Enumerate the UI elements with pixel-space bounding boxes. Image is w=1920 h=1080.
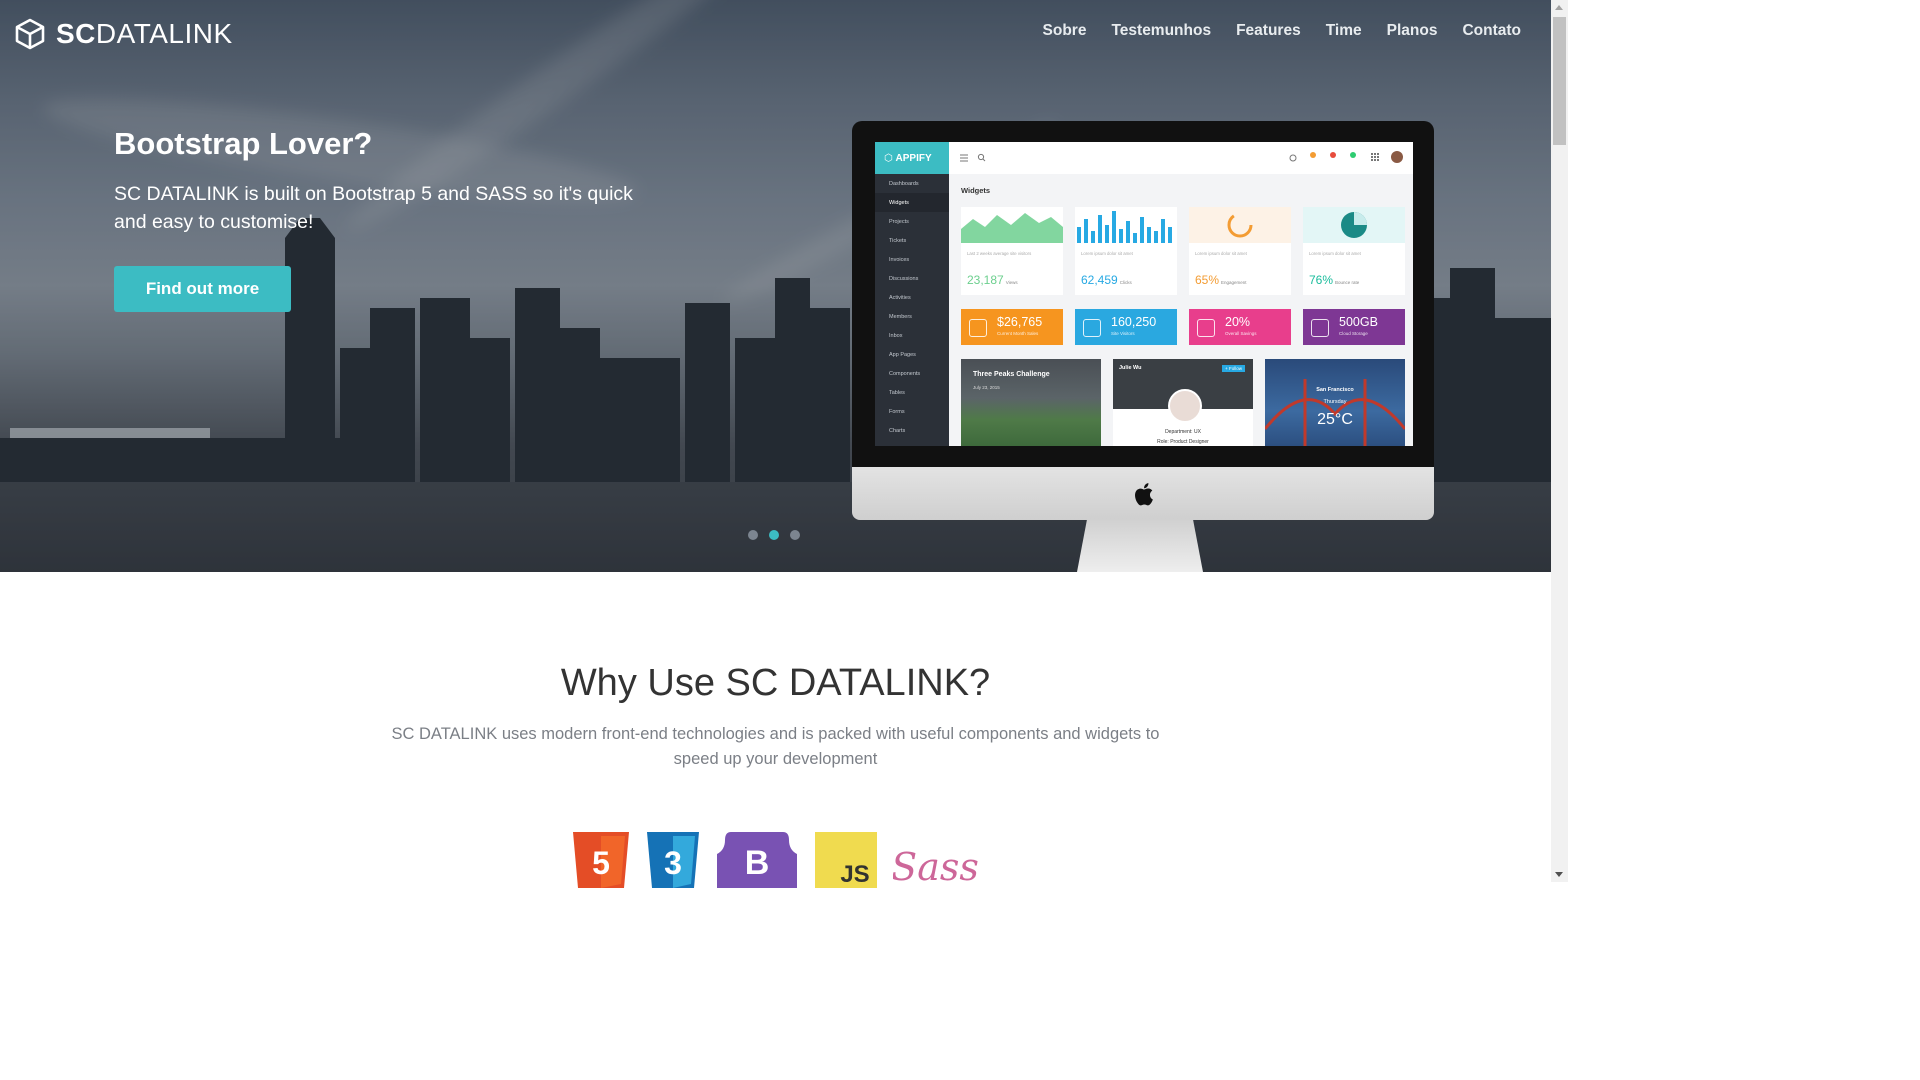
css3-logo: 3: [647, 832, 699, 888]
mockup-savings-tile: 20% Overall Savings: [1189, 309, 1291, 345]
tech-logos: 5 3 B JS Sass: [0, 832, 1551, 892]
svg-text:Sass: Sass: [893, 845, 979, 888]
nav-link-sobre[interactable]: Sobre: [1043, 22, 1087, 40]
mockup-menu-item: Tickets: [889, 237, 907, 244]
scroll-up-icon[interactable]: [1555, 5, 1563, 10]
mockup-sidebar: ⬡ APPIFY Dashboards Widgets Projects Ticket…: [875, 142, 949, 446]
svg-text:5: 5: [592, 845, 610, 881]
mockup-storage-tile: 500GB Cloud Storage: [1303, 309, 1405, 345]
carousel-dot-1[interactable]: [748, 530, 758, 540]
mockup-menu-item: Dashboards: [889, 180, 919, 187]
mockup-peaks-card: Three Peaks Challenge July 23, 2015: [961, 359, 1101, 446]
top-nav: Sobre Testemunhos Features Time Planos C…: [1018, 22, 1521, 40]
svg-text:B: B: [745, 844, 770, 882]
mockup-menu-item: Discussions: [889, 275, 919, 282]
mockup-menu-item: Tables: [889, 389, 905, 396]
nav-link-contato[interactable]: Contato: [1462, 22, 1521, 40]
carousel-indicators: [748, 530, 800, 540]
hero-section: SCDATALINK Sobre Testemunhos Features Ti…: [0, 0, 1551, 572]
mockup-menu-item: Invoices: [889, 256, 910, 263]
monitor-stand: [1077, 519, 1203, 572]
nav-link-time[interactable]: Time: [1326, 22, 1362, 40]
sass-logo: Sass: [893, 845, 979, 888]
mockup-profile-card: Julie Wu + Follow Department: UX Role: P…: [1113, 359, 1253, 446]
brand-logo[interactable]: SCDATALINK: [14, 18, 233, 50]
html5-logo: 5: [573, 832, 629, 888]
mockup-menu-item: Members: [889, 313, 912, 320]
mockup-visitors-tile: 160,250 Site Visitors: [1075, 309, 1177, 345]
section-subtitle: SC DATALINK uses modern front-end techno…: [391, 725, 1160, 768]
javascript-logo: JS: [815, 832, 877, 888]
mockup-weather-card: San Francisco Thursday 25°C: [1265, 359, 1405, 446]
dashboard-screenshot: ⬡ APPIFY Dashboards Widgets Projects Ticket…: [875, 142, 1413, 446]
monitor-mockup: ⬡ APPIFY Dashboards Widgets Projects Ticket…: [852, 121, 1434, 520]
nav-link-testemunhos[interactable]: Testemunhos: [1111, 22, 1211, 40]
scrollbar-thumb[interactable]: [1553, 17, 1566, 145]
mockup-engagement-card: Lorem ipsum dolor sit amet 65% Engagement: [1189, 207, 1291, 295]
mockup-menu-item: Activities: [889, 294, 911, 301]
page-scrollbar[interactable]: [1551, 0, 1568, 882]
hero-subtitle: SC DATALINK is built on Bootstrap 5 and …: [114, 183, 633, 233]
find-out-more-button[interactable]: Find out more: [114, 266, 291, 312]
hero-title: Bootstrap Lover?: [114, 126, 373, 161]
mockup-clicks-card: Lorem ipsum dolor sit amet 62,459 Clicks: [1075, 207, 1177, 295]
mockup-views-card: Last 2 weeks average site visitors 23,18…: [961, 207, 1063, 295]
mockup-sales-tile: $26,765 Current Month Sales: [961, 309, 1063, 345]
mockup-menu-item: Projects: [889, 218, 909, 225]
svg-text:JS: JS: [840, 861, 869, 888]
mockup-menu-item: Charts: [889, 427, 906, 434]
mockup-page-title: Widgets: [961, 186, 991, 195]
cube-icon: [15, 18, 45, 50]
mockup-menu-item: Widgets: [875, 193, 949, 212]
scroll-down-icon[interactable]: [1555, 872, 1563, 877]
mockup-menu: Dashboards Widgets Projects Tickets Invoices…: [875, 174, 949, 440]
mockup-menu-item: Forms: [889, 408, 905, 415]
mockup-menu-item: App Pages: [889, 351, 916, 358]
svg-text:3: 3: [664, 845, 682, 881]
mockup-bounce-card: Lorem ipsum dolor sit amet 76% Bounce rat…: [1303, 207, 1405, 295]
mockup-topbar: [949, 142, 1413, 174]
carousel-dot-3[interactable]: [790, 530, 800, 540]
carousel-dot-2[interactable]: [769, 530, 779, 540]
mockup-menu-item: Components: [889, 370, 921, 377]
apple-logo-icon: [1135, 483, 1153, 506]
nav-link-features[interactable]: Features: [1236, 22, 1301, 40]
bootstrap-logo: B: [717, 832, 797, 888]
section-title: Why Use SC DATALINK?: [560, 662, 991, 704]
brand-name: SCDATALINK: [56, 18, 233, 49]
nav-link-planos[interactable]: Planos: [1387, 22, 1438, 40]
avatar: [1168, 389, 1202, 423]
mockup-menu-item: Inbox: [889, 332, 903, 339]
